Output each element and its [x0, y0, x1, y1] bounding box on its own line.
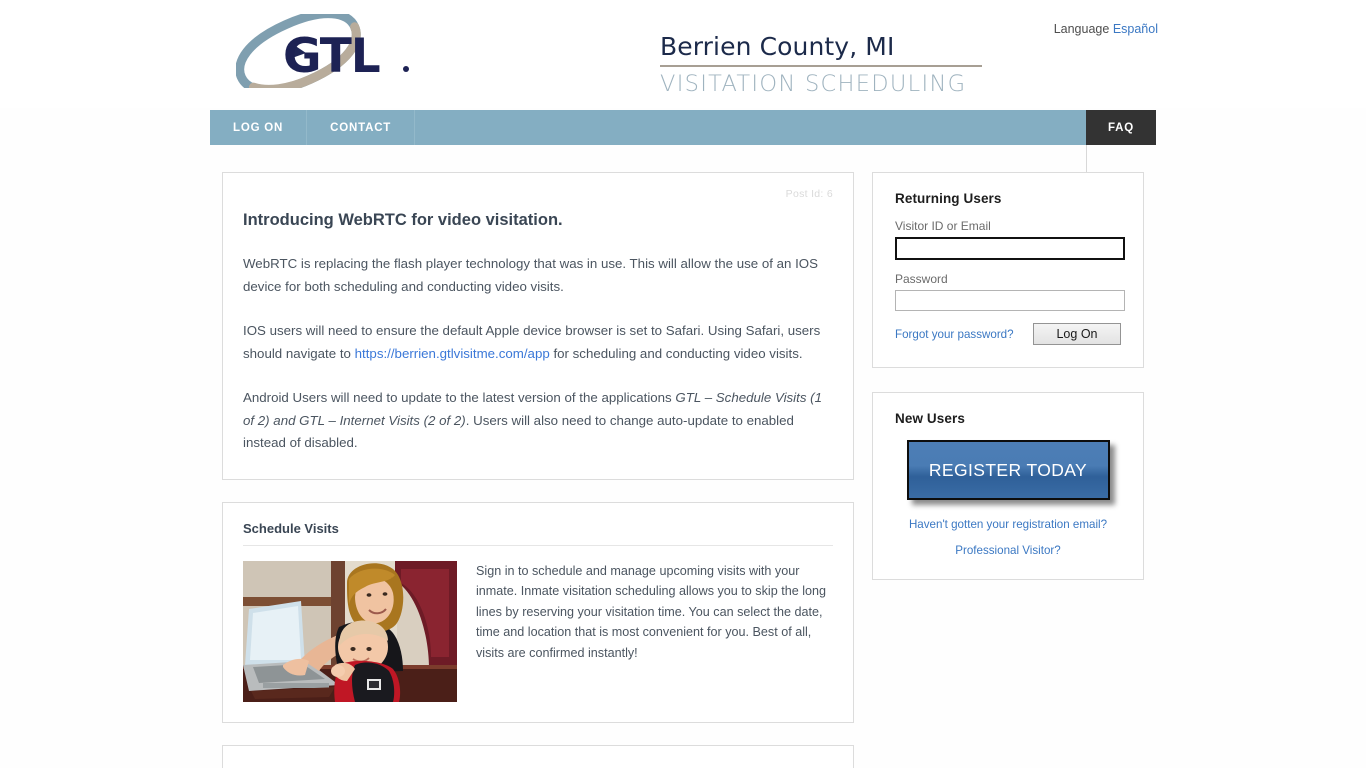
post-body: WebRTC is replacing the flash player tec… — [243, 253, 833, 455]
nav-item-faq[interactable]: FAQ — [1086, 110, 1156, 145]
schedule-visits-body: Sign in to schedule and manage upcoming … — [243, 560, 833, 702]
page-title: Berrien County, MI — [660, 32, 895, 61]
post-id-label: Post Id: 6 — [785, 188, 833, 200]
schedule-visits-panel: Schedule Visits Sign in to schedule and … — [222, 501, 854, 723]
gtl-logo[interactable]: GTL — [236, 14, 412, 88]
visitor-id-label: Visitor ID or Email — [895, 219, 991, 233]
title-divider — [660, 65, 982, 67]
new-users-links: Haven't gotten your registration email? … — [895, 518, 1121, 557]
nav-item-log-on-label: LOG ON — [233, 121, 284, 134]
site-title-block: Berrien County, MI VISITATION SCHEDULING — [660, 32, 990, 97]
new-users-panel: New Users REGISTER TODAY Haven't gotten … — [872, 392, 1144, 580]
post-paragraph-3-text-before: Android Users will need to update to the… — [243, 390, 676, 405]
sidebar-column: Returning Users Visitor ID or Email Pass… — [872, 172, 1144, 604]
next-panel-partial — [222, 744, 854, 768]
post-title: Introducing WebRTC for video visitation. — [243, 211, 563, 229]
svg-text:GTL: GTL — [283, 29, 380, 84]
post-paragraph-2: IOS users will need to ensure the defaul… — [243, 320, 833, 365]
page-root: GTL Berrien County, MI VISITATION SCHEDU… — [0, 0, 1366, 768]
announcement-post-panel: Post Id: 6 Introducing WebRTC for video … — [222, 172, 854, 480]
main-navigation: LOG ON CONTACT FAQ — [210, 110, 1156, 145]
register-button-wrap: REGISTER TODAY — [895, 440, 1121, 500]
mother-and-baby-at-laptop-photo — [243, 560, 457, 702]
new-users-heading: New Users — [895, 411, 965, 426]
post-paragraph-1: WebRTC is replacing the flash player tec… — [243, 256, 819, 294]
brand-block: GTL Berrien County, MI VISITATION SCHEDU… — [236, 14, 982, 97]
main-column: Post Id: 6 Introducing WebRTC for video … — [222, 172, 854, 768]
register-today-button[interactable]: REGISTER TODAY — [906, 440, 1110, 500]
professional-visitor-link[interactable]: Professional Visitor? — [895, 544, 1121, 557]
password-input[interactable] — [895, 290, 1125, 311]
nav-item-contact-label: CONTACT — [330, 121, 392, 134]
returning-users-panel: Returning Users Visitor ID or Email Pass… — [872, 172, 1144, 368]
language-selector: Language Español — [1054, 22, 1158, 36]
site-subtitle: VISITATION SCHEDULING — [660, 71, 967, 97]
post-paragraph-3: Android Users will need to update to the… — [243, 387, 833, 455]
language-link-espanol[interactable]: Español — [1113, 22, 1158, 36]
forgot-password-link[interactable]: Forgot your password? — [895, 328, 1014, 341]
language-label: Language — [1053, 22, 1110, 36]
password-label: Password — [895, 272, 948, 286]
nav-item-faq-label: FAQ — [1107, 121, 1135, 134]
schedule-visits-heading: Schedule Visits — [243, 521, 833, 546]
returning-users-heading: Returning Users — [895, 191, 1002, 206]
nav-item-list: LOG ON CONTACT — [210, 110, 1156, 145]
orbit-logo-icon: GTL — [236, 14, 409, 88]
site-header: GTL Berrien County, MI VISITATION SCHEDU… — [0, 0, 1366, 108]
schedule-visits-text: Sign in to schedule and manage upcoming … — [476, 563, 827, 660]
webrtc-app-link[interactable]: https://berrien.gtlvisitme.com/app — [355, 346, 550, 361]
post-paragraph-2-text-after: for scheduling and conducting video visi… — [549, 345, 803, 361]
visitor-id-input[interactable] — [895, 237, 1125, 260]
nav-item-contact[interactable]: CONTACT — [307, 110, 416, 145]
registration-email-link[interactable]: Haven't gotten your registration email? — [895, 518, 1121, 531]
page-content: Post Id: 6 Introducing WebRTC for video … — [210, 145, 1156, 768]
log-on-button[interactable]: Log On — [1033, 323, 1121, 345]
login-action-row: Forgot your password? Log On — [895, 323, 1121, 345]
nav-item-log-on[interactable]: LOG ON — [210, 110, 308, 145]
